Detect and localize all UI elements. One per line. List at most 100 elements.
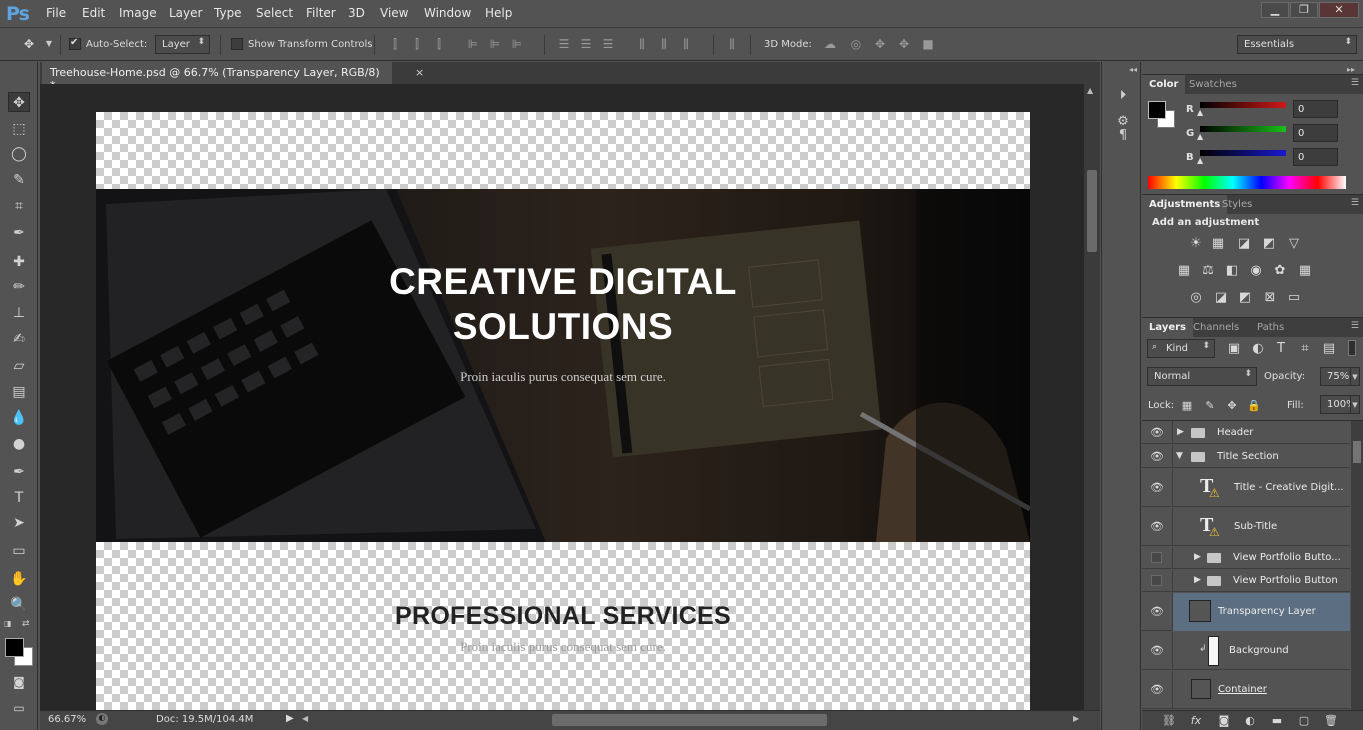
type-tool-icon[interactable]: T (8, 488, 30, 508)
slider-handle-icon[interactable]: ▲ (1197, 132, 1203, 141)
3d-rotate-icon[interactable]: ☁ (823, 37, 837, 51)
blue-channel-slider[interactable] (1200, 150, 1286, 156)
eye-icon[interactable]: 👁 (1150, 605, 1164, 618)
link-layers-icon[interactable]: ⛓ (1161, 713, 1177, 729)
curves-icon[interactable]: ◪ (1236, 236, 1252, 252)
3d-scale-icon[interactable]: ■ (921, 37, 935, 51)
gradient-tool-icon[interactable]: ▤ (8, 382, 30, 402)
workspace-dropdown[interactable]: Essentials ⬍ (1237, 35, 1357, 54)
menu-image[interactable]: Image (119, 6, 157, 20)
zoom-level[interactable]: 66.67% (48, 714, 86, 725)
eyedropper-tool-icon[interactable]: ✒ (8, 223, 30, 243)
gradient-map-icon[interactable]: ▭ (1286, 290, 1302, 306)
blur-tool-icon[interactable]: 💧 (8, 408, 30, 428)
chevron-down-icon[interactable]: ▼ (42, 37, 56, 51)
swap-colors-icon[interactable]: ⇄ (22, 619, 30, 629)
levels-icon[interactable]: ▦ (1210, 236, 1226, 252)
eye-icon[interactable]: 👁 (1150, 683, 1164, 696)
status-info-icon[interactable]: ◐ (96, 713, 108, 725)
eye-icon[interactable]: 👁 (1150, 450, 1164, 463)
horizontal-scroll-thumb[interactable] (552, 714, 827, 726)
align-bottom-icon[interactable]: ⫿ (432, 37, 446, 51)
align-vcenter-icon[interactable]: ⫿ (410, 37, 424, 51)
posterize-icon[interactable]: ◪ (1213, 290, 1229, 306)
menu-view[interactable]: View (380, 6, 408, 20)
distribute-right-icon[interactable]: ⫼ (679, 37, 693, 51)
add-mask-icon[interactable]: ◙ (1216, 713, 1232, 729)
color-lookup-icon[interactable]: ▦ (1297, 263, 1313, 279)
document-canvas[interactable]: CREATIVE DIGITAL SOLUTIONS Proin iaculis… (96, 112, 1030, 710)
new-layer-icon[interactable]: ▢ (1296, 713, 1312, 729)
tab-channels[interactable]: Channels (1186, 318, 1246, 338)
close-window-button[interactable]: ✕ (1319, 2, 1359, 18)
brush-tool-icon[interactable]: ✏ (8, 277, 30, 297)
foreground-color-swatch[interactable] (5, 638, 24, 657)
eye-icon[interactable]: 👁 (1150, 520, 1164, 533)
hand-tool-icon[interactable]: ✋ (8, 569, 30, 589)
align-hcenter-icon[interactable]: ⊫ (488, 37, 502, 51)
filter-smart-object-icon[interactable]: ▤ (1321, 341, 1337, 357)
green-channel-slider[interactable] (1200, 126, 1286, 132)
scroll-right-icon[interactable]: ▶ (1073, 714, 1079, 723)
eraser-tool-icon[interactable]: ▱ (8, 356, 30, 376)
filter-type-icon[interactable]: T (1273, 341, 1289, 357)
menu-layer[interactable]: Layer (169, 6, 202, 20)
paragraph-panel-icon[interactable]: ¶ (1114, 128, 1132, 146)
rectangle-tool-icon[interactable]: ▭ (8, 541, 30, 561)
menu-help[interactable]: Help (485, 6, 512, 20)
opacity-dropdown-icon[interactable]: ▼ (1350, 367, 1360, 386)
dodge-tool-icon[interactable]: ● (8, 434, 30, 454)
color-spectrum-ramp[interactable] (1148, 176, 1346, 189)
3d-roll-icon[interactable]: ◎ (849, 37, 863, 51)
collapse-arrow-icon[interactable]: ▼ (1176, 451, 1183, 461)
red-channel-slider[interactable] (1200, 102, 1286, 108)
tab-styles[interactable]: Styles (1215, 195, 1259, 215)
3d-drag-icon[interactable]: ✥ (873, 37, 887, 51)
hue-saturation-icon[interactable]: ▦ (1176, 263, 1192, 279)
layer-list-scrollbar[interactable] (1351, 421, 1363, 710)
layer-row-container[interactable]: 👁 Container (1142, 671, 1350, 709)
menu-file[interactable]: File (46, 6, 66, 20)
selective-color-icon[interactable]: ⊠ (1262, 290, 1278, 306)
color-balance-icon[interactable]: ⚖ (1200, 263, 1216, 279)
layer-row-view-portfolio-1[interactable]: ▶ View Portfolio Butto... (1142, 547, 1350, 569)
blue-channel-value[interactable]: 0 (1293, 148, 1338, 166)
distribute-vcenter-icon[interactable]: ☰ (579, 37, 593, 51)
vertical-scroll-thumb[interactable] (1087, 170, 1097, 252)
default-colors-icon[interactable]: ◨ (4, 619, 12, 628)
clone-stamp-tool-icon[interactable]: ⊥ (8, 303, 30, 323)
pen-tool-icon[interactable]: ✒ (8, 462, 30, 482)
status-menu-arrow-icon[interactable]: ▶ (286, 713, 294, 724)
collapse-dock-icon[interactable]: ◂◂ (1129, 65, 1137, 74)
move-tool-preset-icon[interactable]: ✥ (22, 37, 36, 51)
threshold-icon[interactable]: ◩ (1237, 290, 1253, 306)
red-channel-value[interactable]: 0 (1293, 100, 1338, 118)
crop-tool-icon[interactable]: ⌗ (8, 196, 30, 216)
delete-layer-icon[interactable]: 🗑 (1323, 713, 1339, 729)
eye-icon[interactable]: 👁 (1150, 644, 1164, 657)
tab-color[interactable]: Color (1142, 75, 1186, 95)
quick-mask-icon[interactable]: ◙ (8, 672, 30, 692)
expand-arrow-icon[interactable]: ▶ (1194, 575, 1201, 585)
quick-select-tool-icon[interactable]: ✎ (8, 170, 30, 190)
align-left-icon[interactable]: ⊫ (466, 37, 480, 51)
canvas-area[interactable]: CREATIVE DIGITAL SOLUTIONS Proin iaculis… (40, 84, 1084, 710)
photo-filter-icon[interactable]: ◉ (1248, 263, 1264, 279)
exposure-icon[interactable]: ◩ (1261, 236, 1277, 252)
layer-row-transparency-layer[interactable]: 👁 Transparency Layer (1142, 593, 1350, 631)
layer-row-title-section[interactable]: 👁 ▼ Title Section (1142, 445, 1350, 468)
black-white-icon[interactable]: ◧ (1224, 263, 1240, 279)
layer-row-view-portfolio-2[interactable]: ▶ View Portfolio Button (1142, 570, 1350, 592)
tab-swatches[interactable]: Swatches (1182, 75, 1244, 95)
align-right-icon[interactable]: ⊫ (510, 37, 524, 51)
menu-select[interactable]: Select (256, 6, 293, 20)
minimize-button[interactable]: ▁ (1261, 2, 1289, 18)
layer-row-background[interactable]: 👁 ↲ Background (1142, 632, 1350, 670)
green-channel-value[interactable]: 0 (1293, 124, 1338, 142)
path-selection-tool-icon[interactable]: ➤ (8, 513, 30, 533)
filter-pixel-icon[interactable]: ▣ (1226, 341, 1242, 357)
filter-adjustment-icon[interactable]: ◐ (1250, 341, 1266, 357)
distribute-top-icon[interactable]: ☰ (557, 37, 571, 51)
blend-mode-dropdown[interactable]: Normal ⬍ (1147, 367, 1257, 386)
panel-menu-icon[interactable]: ☰ (1351, 321, 1359, 331)
